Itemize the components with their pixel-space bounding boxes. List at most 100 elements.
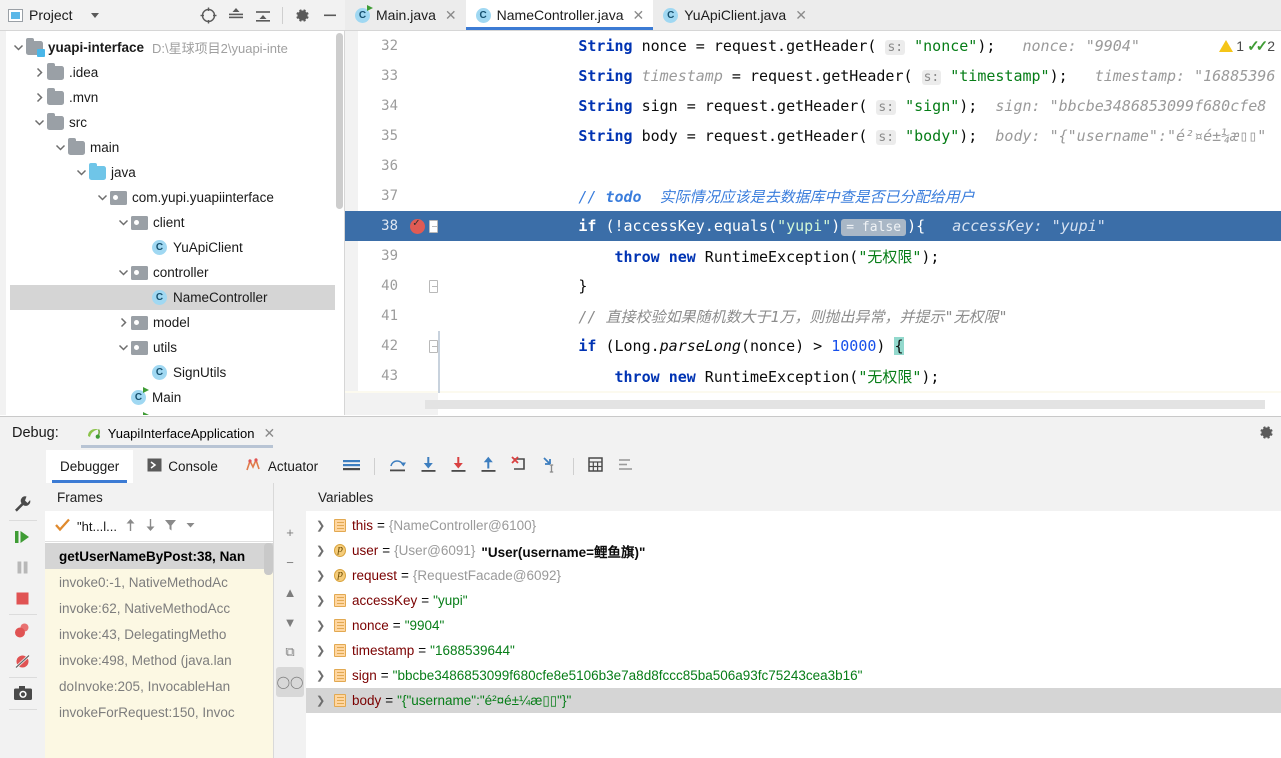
breakpoint-icon[interactable] <box>410 216 425 234</box>
code-line[interactable]: 40 } <box>345 271 1281 301</box>
wrench-icon[interactable] <box>3 489 43 520</box>
chevron-right-icon[interactable]: ❯ <box>316 669 334 682</box>
variable-row[interactable]: ❯ user={User@6091} "User(username=鲤鱼旗)" <box>306 538 1281 563</box>
debug-session-tab[interactable]: YuapiInterfaceApplication ✕ <box>80 418 283 448</box>
variable-row[interactable]: ❯ request={RequestFacade@6092} <box>306 563 1281 588</box>
step-over-icon[interactable] <box>388 456 407 476</box>
frames-scrollbar[interactable] <box>264 543 273 575</box>
chevron-down-icon[interactable] <box>184 518 197 535</box>
frame-item[interactable]: invoke:43, DelegatingMetho <box>45 621 273 647</box>
expand-all-icon[interactable] <box>228 7 244 23</box>
frame-item[interactable]: invoke:62, NativeMethodAcc <box>45 595 273 621</box>
locate-icon[interactable] <box>200 7 217 24</box>
code-line[interactable]: 42 if (Long.parseLong(nonce) > 10000) { <box>345 331 1281 361</box>
tree-node[interactable]: utils <box>10 335 344 360</box>
chevron-right-icon[interactable]: ❯ <box>316 694 334 707</box>
chevron-down-icon[interactable] <box>73 167 89 178</box>
collapse-all-icon[interactable] <box>255 7 271 23</box>
debug-tab[interactable]: Actuator <box>232 450 332 483</box>
filter-icon[interactable] <box>164 518 177 535</box>
code-line[interactable]: 32 String nonce = request.getHeader( s: … <box>345 31 1281 61</box>
chevron-right-icon[interactable] <box>115 317 131 328</box>
arrow-up-icon[interactable] <box>124 518 137 535</box>
tree-node[interactable]: C Main <box>10 385 344 410</box>
tree-node[interactable]: client <box>10 210 344 235</box>
editor-tab[interactable]: C NameController.java ✕ <box>465 0 654 30</box>
tree-node[interactable]: java <box>10 160 344 185</box>
resume-program-icon[interactable] <box>3 521 43 552</box>
project-tool-window-button[interactable]: Project <box>8 7 99 23</box>
tree-node[interactable]: main <box>10 135 344 160</box>
code-line[interactable]: 38 if (!accessKey.equals("yupi")= false)… <box>345 211 1281 241</box>
thread-selector[interactable]: "ht...l... <box>77 519 117 534</box>
tree-node[interactable]: .idea <box>10 60 344 85</box>
chevron-right-icon[interactable]: ❯ <box>316 519 334 532</box>
tree-node[interactable]: src <box>10 110 344 135</box>
chevron-right-icon[interactable]: ❯ <box>316 619 334 632</box>
chevron-down-icon[interactable] <box>115 217 131 228</box>
chevron-down-icon[interactable] <box>115 267 131 278</box>
tree-node[interactable]: yuapi-interface D:\星球项目2\yuapi-inte <box>10 35 344 60</box>
code-line[interactable]: 43 throw new RuntimeException("无权限"); <box>345 361 1281 391</box>
arrow-down-icon[interactable] <box>144 518 157 535</box>
variable-row[interactable]: ❯ sign = "bbcbe3486853099f680cfe8e5106b3e7a… <box>306 663 1281 688</box>
code-line[interactable]: 37 // todo 实际情况应该是去数据库中查是否已分配给用户 <box>345 181 1281 211</box>
frames-list[interactable]: getUserNameByPost:38, Nan invoke0:-1, Nat… <box>45 543 273 758</box>
variable-row[interactable]: ❯ timestamp = "1688539644" <box>306 638 1281 663</box>
pause-program-icon[interactable] <box>3 552 43 583</box>
debug-tab[interactable]: Debugger <box>46 449 134 483</box>
debug-settings-gear-icon[interactable] <box>1258 424 1275 444</box>
show-execution-point-icon[interactable] <box>342 457 361 476</box>
tree-scrollbar[interactable] <box>335 31 344 415</box>
code-line[interactable]: 34 String sign = request.getHeader( s: "… <box>345 91 1281 121</box>
mute-breakpoints-icon[interactable] <box>3 646 43 677</box>
tree-node[interactable]: C SignUtils <box>10 360 344 385</box>
chevron-right-icon[interactable]: ❯ <box>316 569 334 582</box>
code-line[interactable]: 39 throw new RuntimeException("无权限"); <box>345 241 1281 271</box>
frame-item[interactable]: getUserNameByPost:38, Nan <box>45 543 273 569</box>
fold-marker-icon[interactable] <box>429 339 438 353</box>
chevron-down-icon[interactable] <box>94 192 110 203</box>
chevron-right-icon[interactable] <box>31 92 47 103</box>
remove-watch-icon[interactable]: − <box>276 547 304 577</box>
move-down-icon[interactable]: ▼ <box>276 607 304 637</box>
fold-marker-icon[interactable] <box>429 279 438 293</box>
settings-list-icon[interactable] <box>617 456 634 476</box>
move-up-icon[interactable]: ▲ <box>276 577 304 607</box>
frame-item[interactable]: invoke:498, Method (java.lan <box>45 647 273 673</box>
tree-node[interactable]: model <box>10 310 344 335</box>
step-into-icon[interactable] <box>420 456 437 476</box>
chevron-down-icon[interactable] <box>115 342 131 353</box>
editor-tab[interactable]: C Main.java ✕ <box>345 0 466 30</box>
inspect-icon[interactable]: ◯◯ <box>276 667 304 697</box>
chevron-down-icon[interactable] <box>10 42 26 53</box>
view-breakpoints-icon[interactable] <box>3 615 43 646</box>
frame-item[interactable]: invoke0:-1, NativeMethodAc <box>45 569 273 595</box>
step-out-icon[interactable] <box>480 456 497 476</box>
variable-row[interactable]: ❯ body = "{"username":"é²¤é±¼æ▯▯"}" <box>306 688 1281 713</box>
variable-row[interactable]: ❯ nonce = "9904" <box>306 613 1281 638</box>
minimize-icon[interactable] <box>322 7 338 23</box>
close-icon[interactable]: ✕ <box>795 8 807 22</box>
tree-node[interactable]: CYuapiInterfaceApplicatio <box>10 410 344 415</box>
close-icon[interactable]: ✕ <box>263 426 275 440</box>
code-line[interactable]: 33 String timestamp = request.getHeader(… <box>345 61 1281 91</box>
chevron-right-icon[interactable] <box>31 67 47 78</box>
drop-frame-icon[interactable] <box>510 456 528 476</box>
tree-node[interactable]: .mvn <box>10 85 344 110</box>
close-icon[interactable]: ✕ <box>445 8 457 22</box>
frame-item[interactable]: doInvoke:205, InvocableHan <box>45 673 273 699</box>
project-tree[interactable]: yuapi-interface D:\星球项目2\yuapi-inte .idea.… <box>0 31 345 415</box>
variable-row[interactable]: ❯ accessKey = "yupi" <box>306 588 1281 613</box>
fold-marker-icon[interactable] <box>429 219 438 233</box>
stop-icon[interactable] <box>3 583 43 614</box>
chevron-right-icon[interactable]: ❯ <box>316 644 334 657</box>
editor-horizontal-scrollbar[interactable] <box>425 400 1265 409</box>
code-line[interactable]: 41 // 直接校验如果随机数大于1万，则抛出异常，并提示"无权限" <box>345 301 1281 331</box>
tree-node[interactable]: controller <box>10 260 344 285</box>
chevron-down-icon[interactable] <box>31 117 47 128</box>
variable-row[interactable]: ❯ this = {NameController@6100} <box>306 513 1281 538</box>
chevron-down-icon[interactable] <box>90 12 99 18</box>
chevron-right-icon[interactable]: ❯ <box>316 544 334 557</box>
copy-icon[interactable]: ⧉ <box>276 637 304 667</box>
